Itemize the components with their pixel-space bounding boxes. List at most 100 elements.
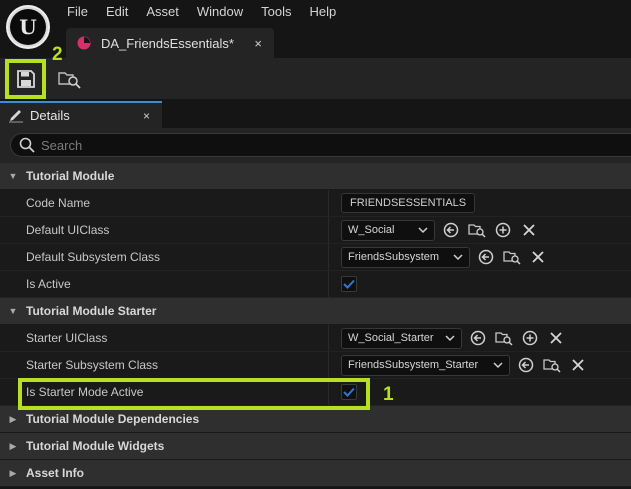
default-subsystem-class-combo[interactable]: FriendsSubsystem <box>341 246 470 268</box>
details-tab-strip: Details × <box>0 99 631 128</box>
use-selected-button[interactable] <box>441 220 461 240</box>
starter-mode-highlight <box>18 378 370 410</box>
category-label: Tutorial Module Dependencies <box>26 412 200 426</box>
details-tab-label: Details <box>30 108 70 123</box>
use-selected-button[interactable] <box>476 247 496 267</box>
clear-button[interactable] <box>528 247 548 267</box>
close-icon <box>572 359 584 371</box>
use-selected-button[interactable] <box>468 328 488 348</box>
property-value: FriendsSubsystem_Starter <box>329 352 631 378</box>
category-label: Tutorial Module Widgets <box>26 439 165 453</box>
plus-circle-icon <box>495 222 511 238</box>
search-field[interactable] <box>10 133 631 157</box>
plus-circle-icon <box>522 330 538 346</box>
browse-to-asset-button[interactable] <box>54 63 86 95</box>
starter-subsystem-class-combo[interactable]: FriendsSubsystem_Starter <box>341 354 510 376</box>
collapsed-arrow-icon[interactable]: ▶ <box>0 468 26 479</box>
add-button[interactable] <box>520 328 540 348</box>
use-selected-button[interactable] <box>516 355 536 375</box>
title-bar: U File Edit Asset Window Tools Help DA_F… <box>0 0 631 58</box>
collapsed-arrow-icon[interactable]: ▶ <box>0 441 26 452</box>
close-icon <box>532 251 544 263</box>
menu-tools[interactable]: Tools <box>252 2 300 22</box>
back-arrow-circle-icon <box>470 330 486 346</box>
menu-window[interactable]: Window <box>188 2 252 22</box>
property-row-starter-uiclass: Starter UIClass W_Social_Starter <box>0 325 631 352</box>
combo-value: FriendsSubsystem_Starter <box>348 359 479 371</box>
browse-button[interactable] <box>494 328 514 348</box>
category-tutorial-module-starter[interactable]: ▼ Tutorial Module Starter <box>0 298 631 325</box>
browse-button[interactable] <box>467 220 487 240</box>
browse-folder-icon <box>495 332 513 346</box>
browse-folder-icon <box>58 72 81 89</box>
property-label: Default UIClass <box>0 217 329 243</box>
property-label: Default Subsystem Class <box>0 244 329 270</box>
expanded-arrow-icon[interactable]: ▼ <box>0 171 26 181</box>
document-tab-close-icon[interactable]: × <box>254 36 262 51</box>
browse-button[interactable] <box>542 355 562 375</box>
menu-file[interactable]: File <box>58 2 97 22</box>
add-button[interactable] <box>493 220 513 240</box>
chevron-down-icon <box>493 362 503 369</box>
back-arrow-circle-icon <box>518 357 534 373</box>
details-search-bar <box>0 128 631 163</box>
property-label: Is Active <box>0 271 329 297</box>
search-icon <box>19 137 35 153</box>
details-tab[interactable]: Details × <box>0 101 162 128</box>
property-row-default-uiclass: Default UIClass W_Social <box>0 217 631 244</box>
search-input[interactable] <box>41 137 601 153</box>
clear-button[interactable] <box>568 355 588 375</box>
data-asset-icon <box>77 36 91 50</box>
close-icon <box>550 332 562 344</box>
browse-folder-icon <box>543 359 561 373</box>
collapsed-arrow-icon[interactable]: ▶ <box>0 414 26 425</box>
chevron-down-icon <box>453 254 463 261</box>
menu-bar: File Edit Asset Window Tools Help <box>58 2 345 22</box>
step-2-callout: 2 <box>52 44 63 65</box>
category-label: Tutorial Module <box>26 169 115 183</box>
property-row-code-name: Code Name FRIENDSESSENTIALS <box>0 190 631 217</box>
default-uiclass-combo[interactable]: W_Social <box>341 219 435 241</box>
category-label: Tutorial Module Starter <box>26 304 157 318</box>
checkmark-icon <box>343 279 355 289</box>
property-label: Code Name <box>0 190 329 216</box>
document-tab[interactable]: DA_FriendsEssentials* × <box>66 28 274 58</box>
expanded-arrow-icon[interactable]: ▼ <box>0 306 26 316</box>
is-active-checkbox[interactable] <box>341 276 357 292</box>
code-name-field[interactable]: FRIENDSESSENTIALS <box>341 193 476 213</box>
asset-toolbar <box>0 58 631 99</box>
category-label: Asset Info <box>26 466 85 480</box>
menu-help[interactable]: Help <box>300 2 345 22</box>
back-arrow-circle-icon <box>443 222 459 238</box>
property-label: Starter Subsystem Class <box>0 352 329 378</box>
starter-uiclass-combo[interactable]: W_Social_Starter <box>341 327 462 349</box>
property-value: FriendsSubsystem <box>329 244 631 270</box>
property-row-starter-subsystem-class: Starter Subsystem Class FriendsSubsystem… <box>0 352 631 379</box>
menu-asset[interactable]: Asset <box>137 2 188 22</box>
category-tutorial-module-dependencies[interactable]: ▶ Tutorial Module Dependencies <box>0 406 631 433</box>
property-label: Starter UIClass <box>0 325 329 351</box>
back-arrow-circle-icon <box>478 249 494 265</box>
chevron-down-icon <box>445 335 455 342</box>
property-value: FRIENDSESSENTIALS <box>329 190 631 216</box>
clear-button[interactable] <box>546 328 566 348</box>
step-1-callout: 1 <box>383 384 394 405</box>
category-asset-info[interactable]: ▶ Asset Info <box>0 460 631 487</box>
close-icon <box>523 224 535 236</box>
menu-edit[interactable]: Edit <box>97 2 137 22</box>
property-value <box>329 379 631 405</box>
clear-button[interactable] <box>519 220 539 240</box>
document-tab-label: DA_FriendsEssentials* <box>101 35 234 51</box>
category-tutorial-module[interactable]: ▼ Tutorial Module <box>0 163 631 190</box>
combo-value: FriendsSubsystem <box>348 251 440 263</box>
details-tab-close-icon[interactable]: × <box>143 109 150 123</box>
browse-button[interactable] <box>502 247 522 267</box>
details-pencil-icon <box>9 109 23 122</box>
browse-folder-icon <box>503 251 521 265</box>
combo-value: W_Social_Starter <box>348 332 434 344</box>
unreal-logo-icon[interactable]: U <box>6 5 50 49</box>
property-row-default-subsystem-class: Default Subsystem Class FriendsSubsystem <box>0 244 631 271</box>
category-tutorial-module-widgets[interactable]: ▶ Tutorial Module Widgets <box>0 433 631 460</box>
save-button-highlight <box>5 59 46 99</box>
property-row-is-active: Is Active <box>0 271 631 298</box>
